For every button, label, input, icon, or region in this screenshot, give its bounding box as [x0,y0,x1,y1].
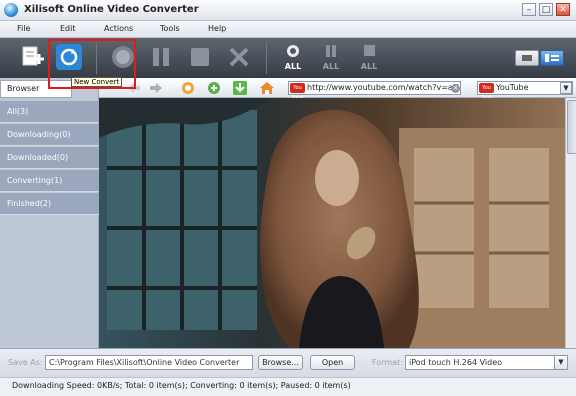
chevron-down-icon[interactable]: ▼ [554,356,567,369]
format-label: Format: [372,358,403,367]
download-button[interactable] [232,80,248,96]
delete-icon [229,47,249,67]
recycle-icon [208,82,220,94]
stop-all-button[interactable]: ALL [356,44,382,71]
browse-button[interactable]: Browse... [258,355,303,370]
stop-icon [191,48,209,66]
sidebar-item-converting[interactable]: Converting(1) [0,170,99,192]
app-logo-icon [4,3,18,17]
add-file-icon [22,46,44,66]
delete-button[interactable] [226,44,252,70]
window-title: Xilisoft Online Video Converter [24,4,199,15]
all-label: ALL [360,62,378,71]
scrollbar-thumb[interactable] [567,100,576,154]
split-view-icon [545,54,559,62]
home-button[interactable] [259,80,275,96]
sidebar-item-downloading[interactable]: Downloading(0) [0,124,99,146]
refresh-icon [182,82,194,94]
youtube-icon: You Tube [290,83,305,101]
open-button[interactable]: Open [310,355,355,370]
format-select[interactable]: iPod touch H.264 Video [405,355,568,370]
all-label: ALL [322,62,340,71]
single-view-icon [522,55,532,61]
go-button[interactable] [206,80,222,96]
refresh-button[interactable] [180,80,196,96]
close-button[interactable]: ✕ [556,3,570,16]
menu-edit[interactable]: Edit [60,24,76,33]
sidebar-item-downloaded[interactable]: Downloaded(0) [0,147,99,169]
record-all-icon [287,45,299,57]
stop-button[interactable] [187,44,213,70]
home-icon [260,82,274,94]
minimize-button[interactable]: – [522,3,536,16]
url-input[interactable]: http://www.youtube.com/watch?v=aU [288,81,461,95]
pause-icon [153,48,169,66]
save-as-label: Save As: [8,358,43,367]
sidebar-item-all[interactable]: All(3) [0,101,99,123]
youtube-icon: You Tube [479,83,494,101]
video-player[interactable] [99,98,565,348]
maximize-button[interactable]: □ [539,3,553,16]
pause-all-button[interactable]: ALL [318,44,344,71]
save-path-input[interactable]: C:\Program Files\Xilisoft\Online Video C… [45,355,253,370]
video-frame-image [99,98,565,348]
menu-help[interactable]: Help [208,24,226,33]
download-icon [233,81,247,95]
vertical-scrollbar[interactable] [565,98,576,348]
sidebar-item-finished[interactable]: Finished(2) [0,193,99,215]
menu-actions[interactable]: Actions [104,24,133,33]
pause-button[interactable] [148,44,174,70]
forward-arrow-icon [150,83,162,93]
menu-bar [0,21,576,38]
add-file-button[interactable] [20,44,46,70]
forward-button[interactable] [148,80,164,96]
clear-url-icon[interactable]: × [451,84,460,93]
status-bar: Downloading Speed: 0KB/s; Total: 0 item(… [0,377,576,396]
tooltip: New Convert [71,77,123,87]
toolbar-separator [266,42,267,74]
pause-all-icon [326,45,336,57]
menu-tools[interactable]: Tools [160,24,180,33]
stop-all-icon [364,45,375,56]
chevron-down-icon[interactable]: ▼ [560,82,572,94]
record-all-button[interactable]: ALL [280,44,306,71]
view-single-button[interactable] [515,50,539,66]
all-label: ALL [284,62,302,71]
menu-file[interactable]: File [17,24,30,33]
view-split-button[interactable] [540,50,564,66]
